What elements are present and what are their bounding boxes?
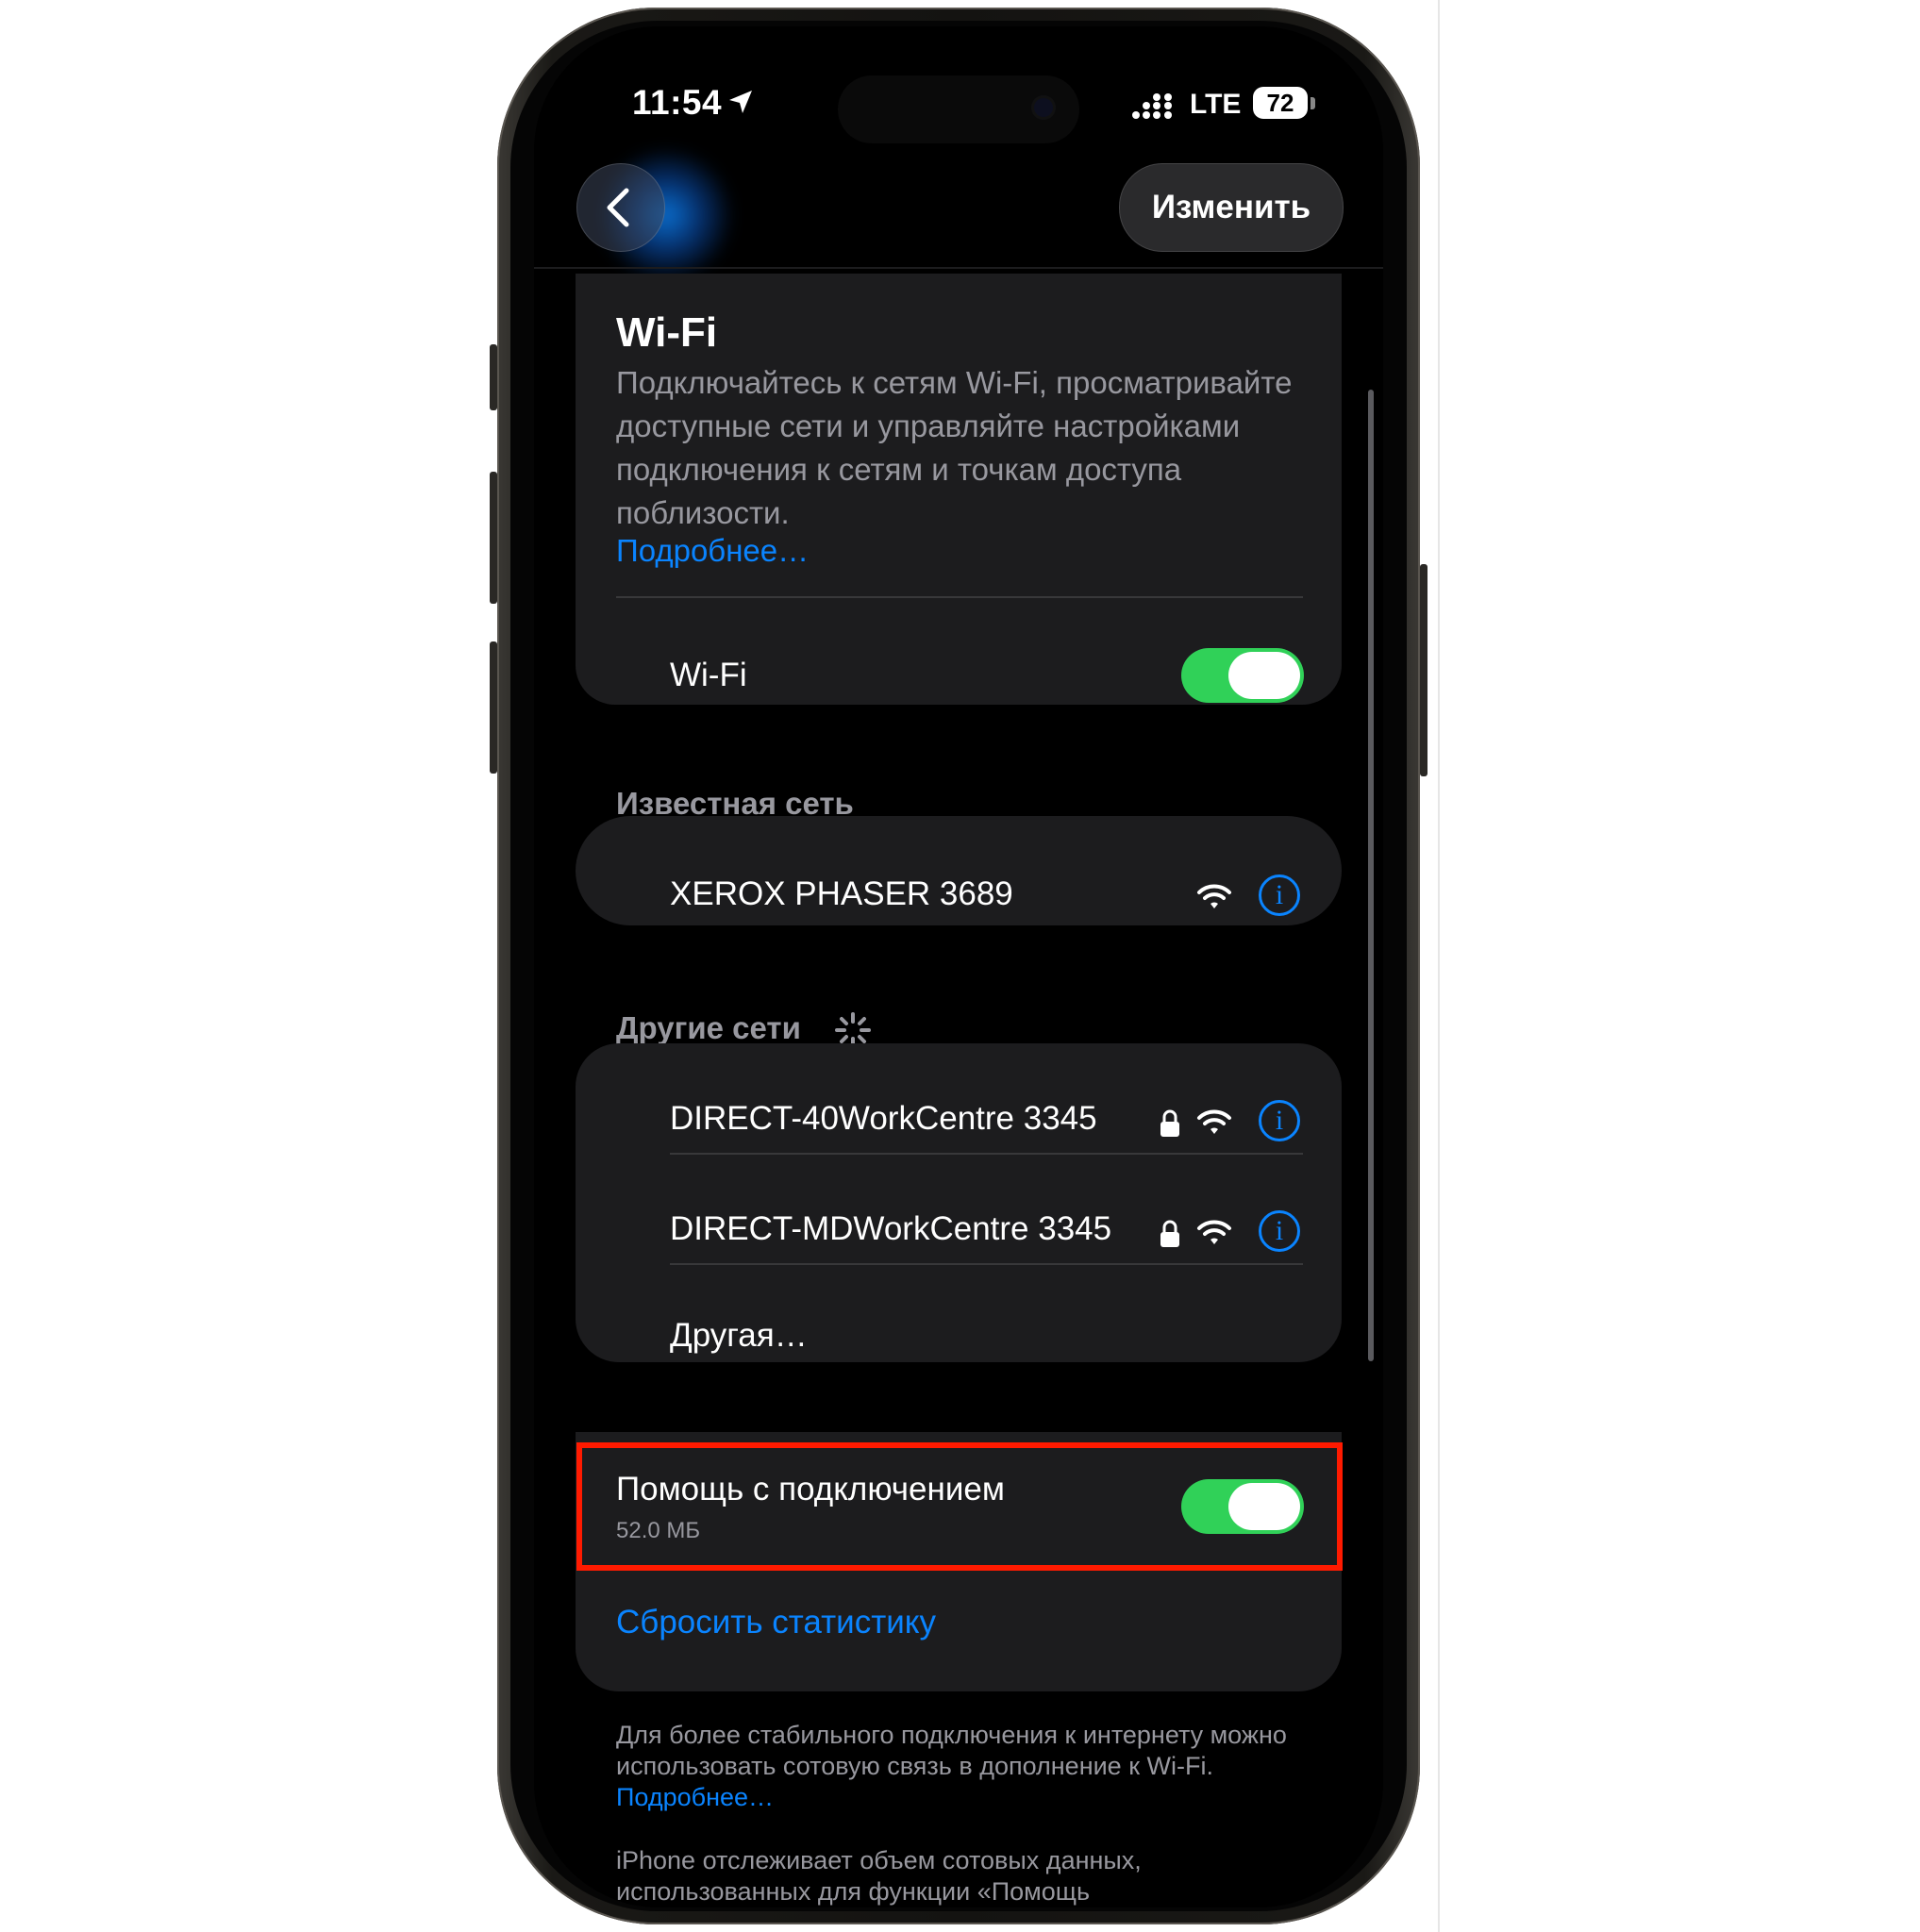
volume-down-button xyxy=(490,641,497,774)
wifi-learn-more-link[interactable]: Подробнее… xyxy=(616,533,809,569)
wifi-title: Wi-Fi xyxy=(616,309,718,356)
scrollbar[interactable] xyxy=(1368,390,1374,1361)
action-button xyxy=(490,344,497,410)
wifi-signal-icon xyxy=(1197,1220,1231,1244)
lock-icon xyxy=(1160,1109,1179,1137)
network-name: DIRECT-40WorkCentre 3345 xyxy=(670,1100,1097,1137)
lock-icon xyxy=(1160,1220,1179,1247)
page-edge-divider xyxy=(1438,0,1440,1932)
highlight-annotation xyxy=(576,1442,1343,1571)
phone-screen: 11:54 LTE 72 Изменить Wi-Fi Подключайтес… xyxy=(534,26,1383,1907)
chevron-left-icon xyxy=(607,188,629,227)
info-icon[interactable]: i xyxy=(1259,1210,1300,1252)
network-type: LTE xyxy=(1190,89,1242,120)
wifi-card-separator xyxy=(616,596,1303,598)
reset-statistics-button[interactable]: Сбросить статистику xyxy=(616,1604,936,1641)
back-button[interactable] xyxy=(576,163,665,252)
location-arrow-icon xyxy=(729,91,752,113)
network-name: DIRECT-MDWorkCentre 3345 xyxy=(670,1210,1112,1247)
wifi-toggle-label: Wi-Fi xyxy=(670,657,747,693)
wifi-description: Подключайтесь к сетям Wi-Fi, просматрива… xyxy=(616,365,1293,530)
wifi-toggle[interactable] xyxy=(1181,648,1304,703)
wifi-signal-icon xyxy=(1197,1109,1231,1134)
info-icon[interactable]: i xyxy=(1259,874,1300,916)
known-network-name: XEROX PHASER 3689 xyxy=(670,875,1013,912)
assist-footer-body: Для более стабильного подключения к инте… xyxy=(616,1721,1287,1780)
assist-footer-text: Для более стабильного подключения к инте… xyxy=(616,1720,1295,1813)
wifi-signal-icon xyxy=(1197,884,1231,908)
cellular-signal-icon xyxy=(1132,93,1172,119)
nav-divider xyxy=(534,267,1383,269)
assist-learn-more-link[interactable]: Подробнее… xyxy=(616,1783,774,1811)
status-time: 11:54 xyxy=(632,83,723,122)
front-camera xyxy=(1031,95,1056,120)
other-network-label: Другая… xyxy=(670,1317,808,1354)
info-icon[interactable]: i xyxy=(1259,1100,1300,1141)
volume-up-button xyxy=(490,472,497,604)
battery-icon: 72 xyxy=(1253,87,1308,119)
edit-button[interactable]: Изменить xyxy=(1119,163,1344,252)
battery-tip xyxy=(1311,97,1315,109)
power-button xyxy=(1420,564,1427,776)
usage-footer-text: iPhone отслеживает объем сотовых данных,… xyxy=(616,1846,1142,1906)
other-networks-header: Другие сети xyxy=(616,1010,801,1045)
